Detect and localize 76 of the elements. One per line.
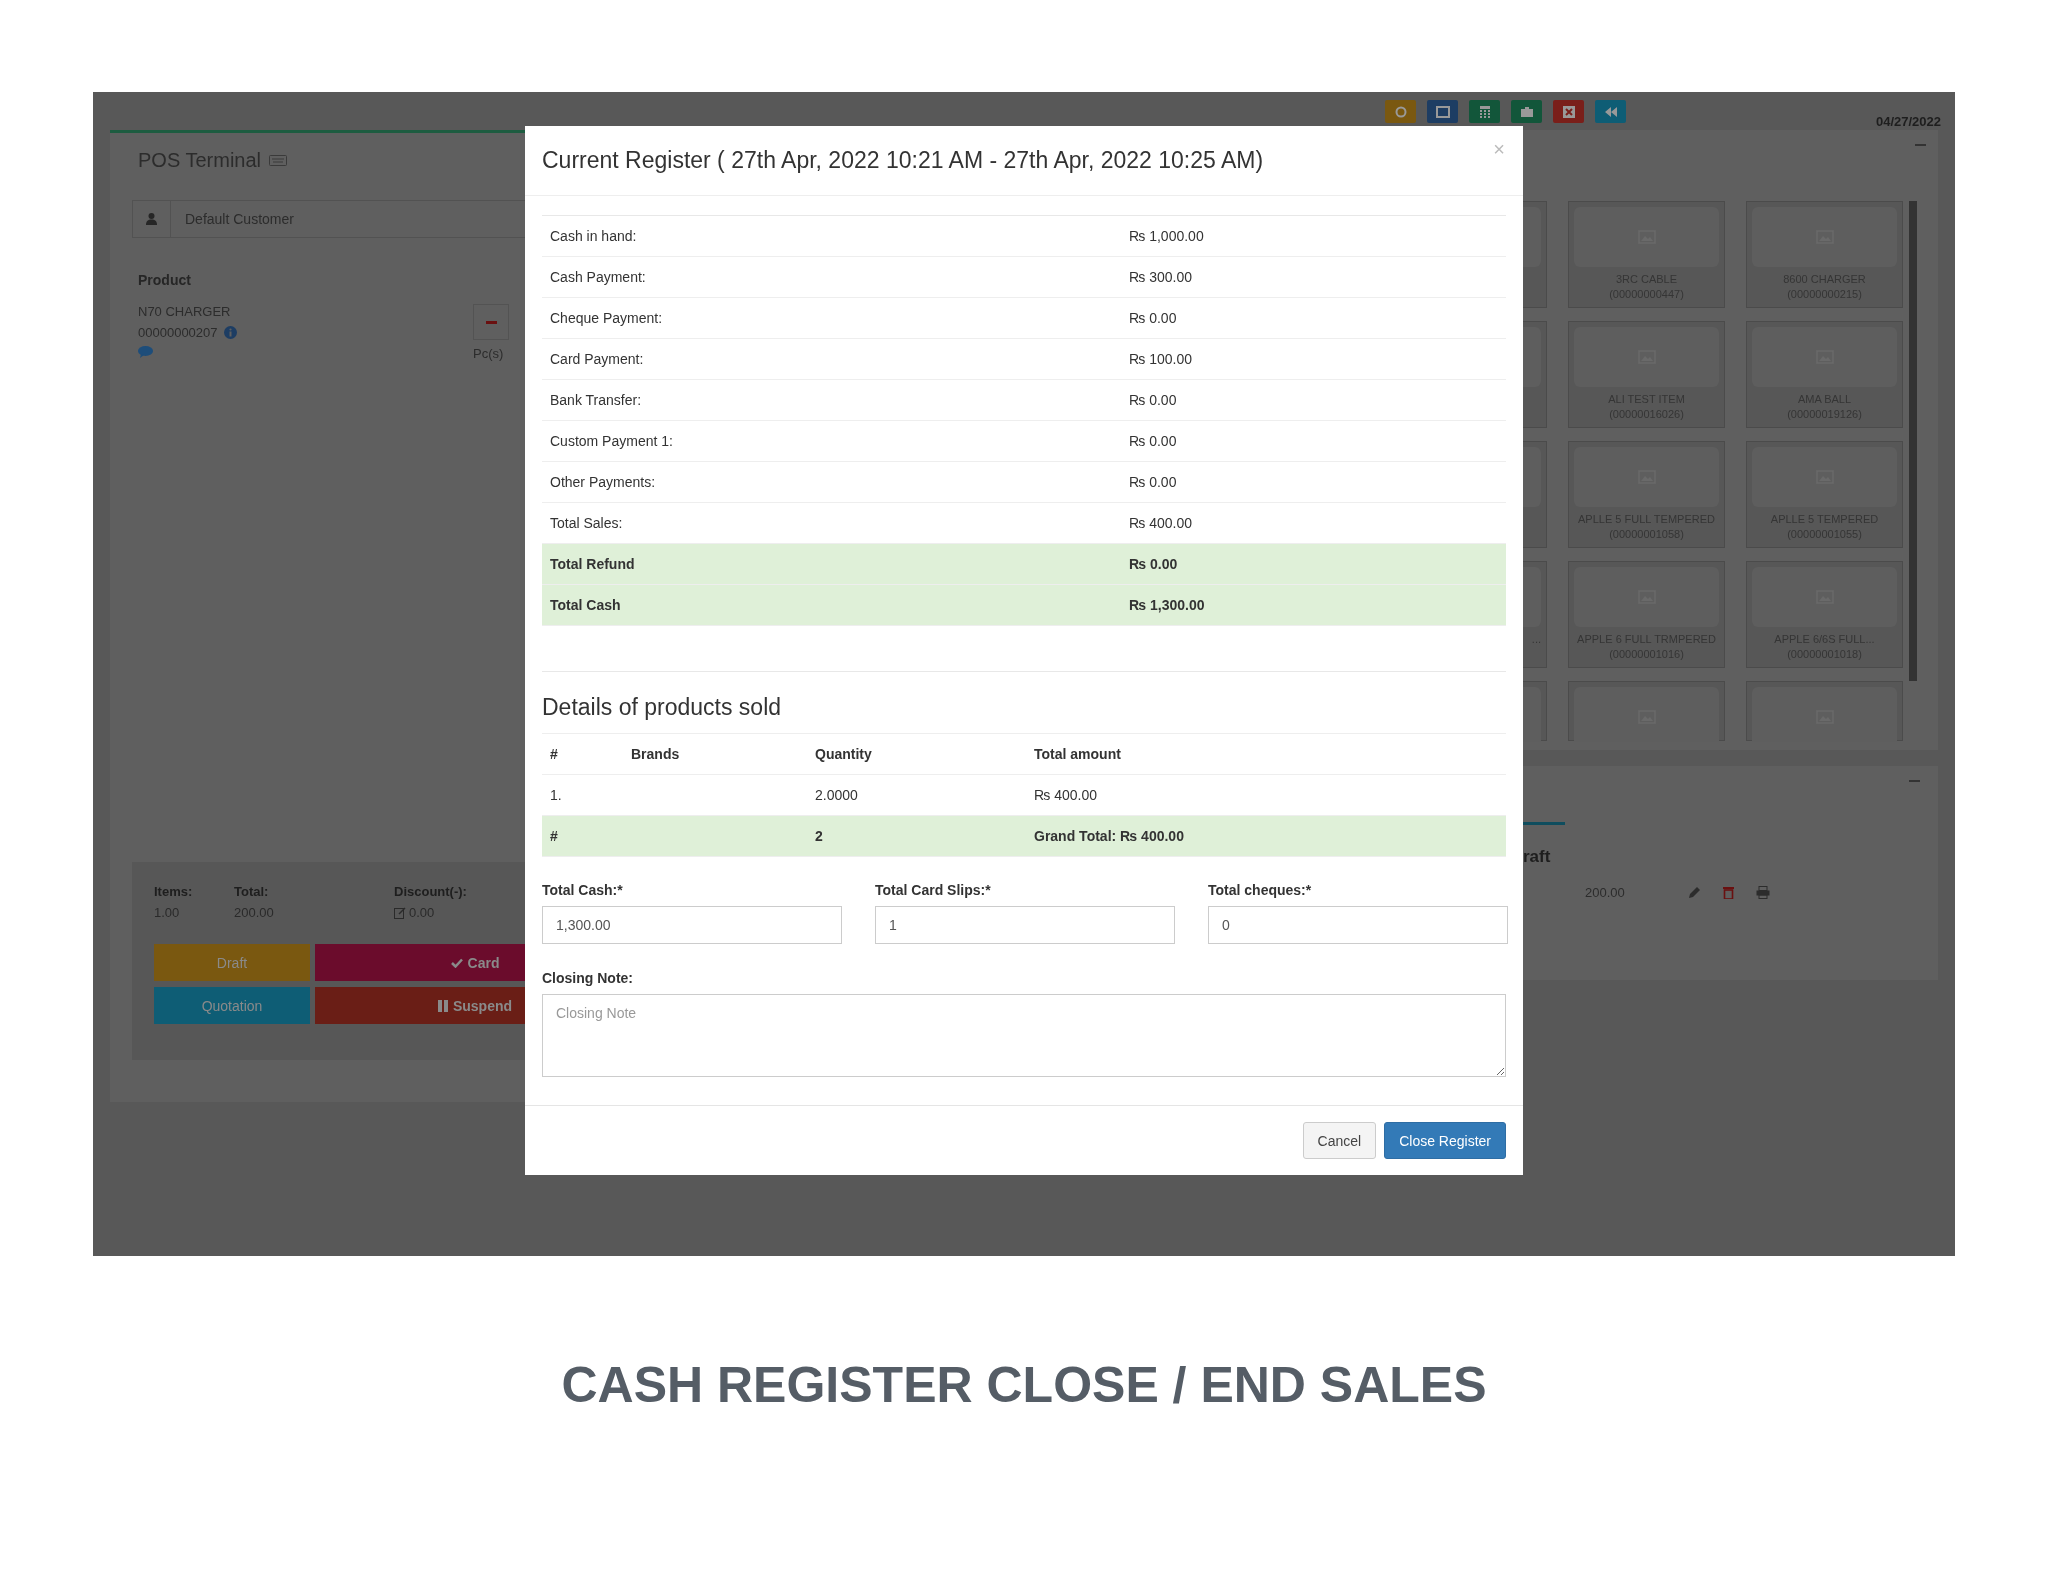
rewind-button[interactable] — [1595, 100, 1626, 123]
payment-button[interactable]: Draft — [154, 944, 310, 981]
calculator-button[interactable] — [1469, 100, 1500, 123]
tab-heading[interactable]: raft — [1523, 847, 1893, 867]
column-header: Quantity — [815, 746, 873, 762]
gear-button[interactable] — [1385, 100, 1416, 123]
table-cell-text: # — [550, 828, 559, 844]
briefcase-button[interactable] — [1511, 100, 1542, 123]
row-value: ₨ 0.00 — [1129, 474, 1178, 490]
window-icon — [1434, 104, 1451, 119]
total-label: Items: — [154, 884, 194, 899]
product-card[interactable] — [1746, 681, 1903, 741]
scrollbar[interactable] — [1909, 201, 1917, 681]
input-field[interactable]: 1 — [875, 906, 1175, 944]
close-register-button[interactable]: Close Register — [1384, 1122, 1506, 1159]
keyboard-icon — [269, 155, 287, 166]
row-label: Bank Transfer: — [550, 392, 643, 408]
row-label: Total Cash — [550, 597, 622, 613]
total-label: Discount(-): — [394, 884, 468, 899]
close-button[interactable]: × — [1493, 138, 1505, 161]
row-value: ₨ 100.00 — [1129, 351, 1193, 367]
row-value: ₨ 0.00 — [1129, 433, 1178, 449]
section-heading: Details of products sold — [542, 694, 783, 721]
field-label: Total cheques:* — [1208, 882, 1313, 898]
column-header: # — [550, 746, 559, 762]
check-icon — [450, 957, 463, 968]
column-heading: Product — [138, 272, 191, 288]
window-button[interactable] — [1427, 100, 1458, 123]
column-header: Brands — [631, 746, 681, 762]
info-icon[interactable] — [223, 326, 237, 339]
date-text: 04/27/2022 — [1875, 114, 1941, 129]
field-label: Total Cash:* — [542, 882, 624, 898]
row-value: ₨ 0.00 — [1129, 556, 1179, 572]
row-label: Card Payment: — [550, 351, 645, 367]
edit-icon[interactable] — [394, 906, 406, 919]
pause-icon — [437, 999, 448, 1012]
cancel-button[interactable]: Cancel — [1302, 1122, 1377, 1159]
row-value: ₨ 1,000.00 — [1129, 228, 1205, 244]
row-value: ₨ 1,300.00 — [1129, 597, 1206, 613]
print-icon[interactable] — [1756, 886, 1770, 899]
row-label: Cash in hand: — [550, 228, 638, 244]
total-label: Total: — [234, 884, 270, 899]
row-value: ₨ 400.00 — [1129, 515, 1193, 531]
comment-icon[interactable] — [138, 346, 153, 358]
row-value: ₨ 0.00 — [1129, 392, 1178, 408]
note-field[interactable]: Closing Note — [542, 994, 1506, 1077]
row-label: Cheque Payment: — [550, 310, 664, 326]
table-cell-text: 1. — [550, 787, 563, 803]
row-label: Total Refund — [550, 556, 636, 572]
close-button[interactable] — [1553, 100, 1584, 123]
table-cell-text: 2.0000 — [815, 787, 859, 803]
row-label: Other Payments: — [550, 474, 657, 490]
pencil-icon[interactable] — [1688, 886, 1701, 899]
input-field[interactable]: 1,300.00 — [542, 906, 842, 944]
trash-icon[interactable] — [1723, 886, 1734, 899]
row-label: Total Sales: — [550, 515, 624, 531]
user-icon — [146, 213, 157, 225]
row-value: ₨ 0.00 — [1129, 310, 1178, 326]
table-cell-text: Grand Total: ₨ 400.00 — [1034, 828, 1185, 844]
minus-icon — [485, 320, 497, 324]
dialog-title: Current Register ( 27th Apr, 2022 10:21 AM - 27th Apr, 2022 10:25 AM) — [542, 147, 1264, 174]
product-card[interactable] — [1568, 681, 1725, 741]
briefcase-icon — [1518, 104, 1535, 119]
column-header: Total amount — [1034, 746, 1122, 762]
close-icon — [1560, 104, 1577, 119]
row-value: ₨ 300.00 — [1129, 269, 1193, 285]
payment-button[interactable]: Quotation — [154, 987, 310, 1024]
table-cell-text: ₨ 400.00 — [1034, 787, 1098, 803]
row-label: Custom Payment 1: — [550, 433, 674, 449]
row-label: Cash Payment: — [550, 269, 647, 285]
decrease-button[interactable] — [473, 304, 509, 340]
input-field[interactable]: 0 — [1208, 906, 1508, 944]
product-name: ... — [1531, 633, 1541, 645]
field-label: Total Card Slips:* — [875, 882, 992, 898]
caption-text: CASH REGISTER CLOSE / END SALES — [560, 1356, 1488, 1414]
table-cell-text: 2 — [815, 828, 824, 844]
